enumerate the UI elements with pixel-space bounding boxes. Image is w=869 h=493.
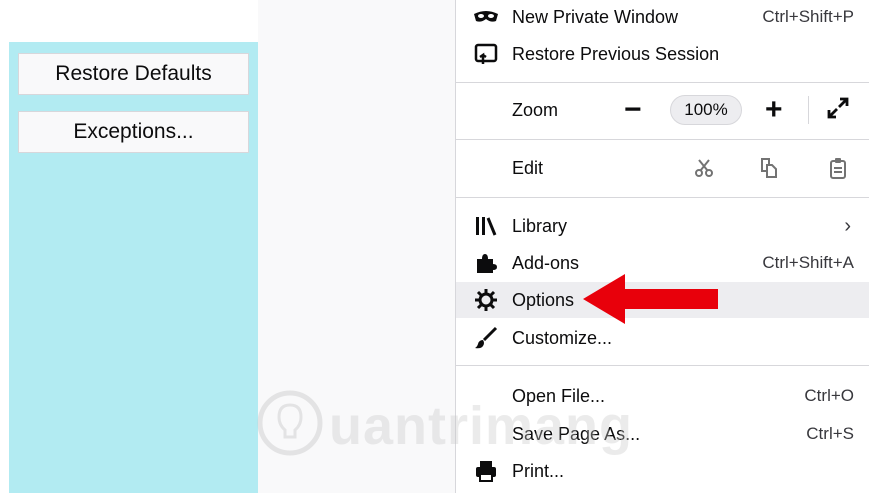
menu-item-label: Library <box>512 215 568 236</box>
menu-item-restore-session[interactable]: Restore Previous Session <box>456 36 869 72</box>
zoom-reset-button[interactable]: 100% <box>670 95 742 125</box>
menu-item-label: Save Page As... <box>512 423 641 444</box>
frame-edge <box>0 0 9 493</box>
zoom-label: Zoom <box>512 99 559 120</box>
puzzle-icon <box>473 251 499 275</box>
menu-item-open-file[interactable]: Open File... Ctrl+O <box>456 378 869 414</box>
restore-icon <box>473 42 499 66</box>
zoom-divider <box>808 96 809 124</box>
menu-separator <box>456 82 869 83</box>
menu-item-label: Open File... <box>512 385 606 406</box>
menu-item-zoom: Zoom − 100% + <box>456 88 869 132</box>
page-background <box>258 0 455 493</box>
menu-item-label: Add-ons <box>512 252 580 273</box>
zoom-in-button[interactable]: + <box>765 95 783 125</box>
menu-item-library[interactable]: Library › <box>456 208 869 244</box>
fullscreen-icon[interactable] <box>826 96 850 125</box>
cut-icon[interactable] <box>694 158 714 178</box>
menu-item-label: Print... <box>512 460 565 481</box>
menu-item-shortcut: Ctrl+O <box>804 386 854 405</box>
menu-item-new-private-window[interactable]: New Private Window Ctrl+Shift+P <box>456 4 869 30</box>
menu-item-label: Restore Previous Session <box>512 43 720 64</box>
menu-separator <box>456 365 869 366</box>
menu-separator <box>456 139 869 140</box>
edit-label: Edit <box>512 157 544 178</box>
menu-item-shortcut: Ctrl+Shift+P <box>762 7 854 26</box>
gear-icon <box>473 288 499 312</box>
chevron-right-icon: › <box>844 214 851 237</box>
menu-item-shortcut: Ctrl+Shift+A <box>762 253 854 272</box>
printer-icon <box>473 459 499 483</box>
menu-item-label: New Private Window <box>512 6 679 27</box>
restore-defaults-button[interactable]: Restore Defaults <box>18 53 249 95</box>
mask-icon <box>473 5 499 29</box>
zoom-out-button[interactable]: − <box>624 95 642 125</box>
menu-item-print[interactable]: Print... <box>456 453 869 489</box>
menu-separator <box>456 197 869 198</box>
preferences-panel <box>9 42 258 493</box>
menu-item-edit: Edit <box>456 146 869 190</box>
copy-icon[interactable] <box>759 157 779 179</box>
pointer-arrow-icon <box>583 274 718 324</box>
app-menu: New Private Window Ctrl+Shift+P Restore … <box>455 0 869 493</box>
brush-icon <box>473 326 499 350</box>
menu-item-shortcut: Ctrl+S <box>806 424 854 443</box>
menu-item-save-page[interactable]: Save Page As... Ctrl+S <box>456 416 869 452</box>
menu-item-label: Options <box>512 289 575 310</box>
exceptions-button[interactable]: Exceptions... <box>18 111 249 153</box>
menu-item-label: Customize... <box>512 327 613 348</box>
library-icon <box>473 214 499 238</box>
paste-icon[interactable] <box>829 157 847 179</box>
